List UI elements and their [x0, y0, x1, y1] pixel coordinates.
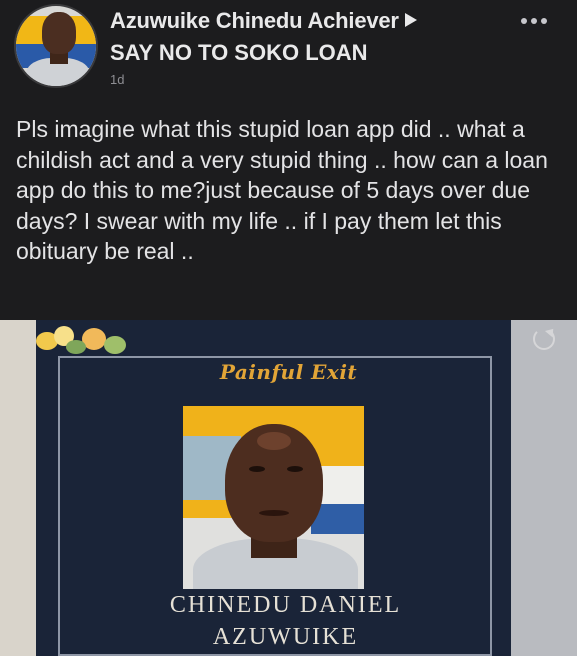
post-body-text: Pls imagine what this stupid loan app di… — [16, 116, 548, 264]
author-name-row[interactable]: Azuwuike Chinedu Achiever — [110, 8, 417, 34]
dot — [541, 18, 547, 24]
more-options-icon[interactable] — [521, 18, 547, 24]
portrait-eye — [287, 466, 303, 472]
dot — [521, 18, 527, 24]
author-avatar[interactable] — [14, 4, 98, 88]
portrait-eye — [249, 466, 265, 472]
leaf — [104, 336, 126, 354]
obituary-heading: Painful Exit — [219, 360, 358, 384]
leaf — [66, 340, 86, 354]
obituary-name-line1: CHINEDU DANIEL — [169, 592, 402, 618]
portrait-highlight — [257, 432, 291, 450]
dot — [531, 18, 537, 24]
arrow-right-icon — [404, 13, 417, 27]
author-name[interactable]: Azuwuike Chinedu Achiever — [110, 8, 399, 33]
refresh-icon[interactable] — [533, 328, 555, 350]
post-timestamp[interactable]: 1d — [110, 72, 124, 87]
obituary-name-line2: AZUWUIKE — [212, 624, 359, 650]
group-name[interactable]: SAY NO TO SOKO LOAN — [110, 40, 368, 66]
obituary-portrait — [183, 406, 364, 589]
flower-decoration-icon — [30, 322, 134, 362]
portrait-mouth — [259, 510, 289, 516]
avatar-face — [42, 12, 76, 54]
